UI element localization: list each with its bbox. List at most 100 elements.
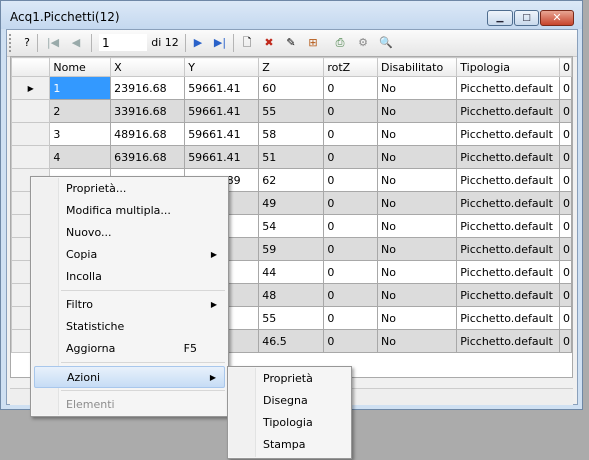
previous-record-icon[interactable]: ◀ (69, 34, 83, 51)
column-header[interactable]: 0 (558, 57, 572, 77)
table-cell[interactable]: 0 (323, 283, 378, 307)
table-cell[interactable]: No (376, 260, 458, 284)
table-cell[interactable]: 59661.41 (184, 145, 260, 169)
table-cell[interactable]: No (376, 283, 458, 307)
table-cell[interactable]: Picchetto.default (456, 237, 560, 261)
table-cell[interactable]: No (376, 191, 458, 215)
table-cell[interactable]: Picchetto.default (456, 283, 560, 307)
table-cell[interactable]: 54 (258, 214, 325, 238)
table-cell[interactable]: 0 (323, 145, 378, 169)
table-cell[interactable]: No (376, 329, 458, 353)
submenu-item-draw[interactable]: Disegna (231, 390, 348, 412)
column-header[interactable]: Nome (49, 57, 112, 77)
corner-header[interactable] (11, 57, 51, 77)
table-cell[interactable]: 59661.41 (184, 122, 260, 146)
column-header[interactable]: rotZ (323, 57, 378, 77)
table-cell[interactable]: Picchetto.default (456, 145, 560, 169)
new-record-icon[interactable]: 🗋 (239, 34, 255, 51)
table-cell[interactable]: 33916.68 (110, 99, 186, 123)
table-cell[interactable]: 23916.68 (110, 76, 186, 100)
table-cell[interactable]: 0 (558, 306, 572, 330)
menu-item-new[interactable]: Nuovo... (34, 222, 225, 244)
row-header[interactable]: ▶ (11, 76, 51, 100)
table-cell[interactable]: 55 (258, 99, 325, 123)
maximize-button[interactable]: □ (514, 10, 539, 26)
column-header[interactable]: Z (258, 57, 325, 77)
row-header[interactable] (11, 145, 51, 169)
table-cell[interactable]: 62 (258, 168, 325, 192)
table-cell[interactable]: 0 (558, 145, 572, 169)
table-cell[interactable]: 1 (49, 76, 112, 100)
table-row[interactable]: ▶ 1 23916.68 59661.41 60 0 No Picchetto.default… (11, 76, 572, 100)
table-cell[interactable]: 48916.68 (110, 122, 186, 146)
table-cell[interactable]: 0 (558, 76, 572, 100)
table-cell[interactable]: 46.5 (258, 329, 325, 353)
table-cell[interactable]: 58 (258, 122, 325, 146)
table-cell[interactable]: Picchetto.default (456, 99, 560, 123)
table-cell[interactable]: Picchetto.default (456, 214, 560, 238)
table-row[interactable]: 3 48916.68 59661.41 58 0 No Picchetto.default 0 (11, 122, 572, 146)
table-cell[interactable]: No (376, 214, 458, 238)
table-cell[interactable]: 3 (49, 122, 112, 146)
table-cell[interactable]: No (376, 122, 458, 146)
table-cell[interactable]: Picchetto.default (456, 306, 560, 330)
table-cell[interactable]: Picchetto.default (456, 168, 560, 192)
print-icon[interactable]: ⎙ (331, 34, 349, 51)
table-cell[interactable]: 59661.41 (184, 76, 260, 100)
toolbar-grip[interactable] (9, 34, 14, 52)
table-cell[interactable]: 63916.68 (110, 145, 186, 169)
next-record-icon[interactable]: ▶ (191, 34, 205, 51)
table-cell[interactable]: Picchetto.default (456, 329, 560, 353)
table-cell[interactable]: 0 (558, 283, 572, 307)
column-header[interactable]: Y (184, 57, 260, 77)
table-cell[interactable]: 0 (323, 329, 378, 353)
minimize-button[interactable]: ▁ (487, 10, 513, 26)
table-cell[interactable]: 0 (558, 329, 572, 353)
table-cell[interactable]: 0 (558, 122, 572, 146)
table-cell[interactable]: 0 (558, 99, 572, 123)
menu-item-paste[interactable]: Incolla (34, 266, 225, 288)
table-cell[interactable]: 2 (49, 99, 112, 123)
menu-item-properties[interactable]: Proprietà... (34, 178, 225, 200)
delete-record-icon[interactable]: ✖ (261, 34, 277, 51)
table-cell[interactable]: 59 (258, 237, 325, 261)
table-cell[interactable]: No (376, 237, 458, 261)
table-cell[interactable]: 0 (323, 168, 378, 192)
table-cell[interactable]: 55 (258, 306, 325, 330)
table-cell[interactable]: 0 (323, 306, 378, 330)
menu-item-filter[interactable]: Filtro ▶ (34, 294, 225, 316)
row-header[interactable] (11, 122, 51, 146)
submenu-item-type[interactable]: Tipologia (231, 412, 348, 434)
table-cell[interactable]: 0 (558, 237, 572, 261)
table-cell[interactable]: 51 (258, 145, 325, 169)
menu-item-copy[interactable]: Copia ▶ (34, 244, 225, 266)
table-row[interactable]: 2 33916.68 59661.41 55 0 No Picchetto.default 0 (11, 99, 572, 123)
table-cell[interactable]: 49 (258, 191, 325, 215)
table-cell[interactable]: No (376, 99, 458, 123)
table-cell[interactable]: No (376, 76, 458, 100)
submenu-item-print[interactable]: Stampa (231, 434, 348, 456)
table-cell[interactable]: 0 (323, 214, 378, 238)
menu-item-refresh[interactable]: Aggiorna F5 (34, 338, 225, 360)
column-header[interactable]: X (110, 57, 186, 77)
table-cell[interactable]: 44 (258, 260, 325, 284)
tree-view-icon[interactable]: ⊞ (305, 34, 321, 51)
table-cell[interactable]: 0 (323, 122, 378, 146)
last-record-icon[interactable]: ▶| (211, 34, 229, 51)
column-header[interactable]: Tipologia (456, 57, 560, 77)
table-cell[interactable]: 0 (323, 260, 378, 284)
table-cell[interactable]: 4 (49, 145, 112, 169)
table-cell[interactable]: 0 (558, 260, 572, 284)
first-record-icon[interactable]: |◀ (45, 34, 61, 51)
table-cell[interactable]: Picchetto.default (456, 76, 560, 100)
table-cell[interactable]: Picchetto.default (456, 122, 560, 146)
position-input[interactable]: 1 (99, 34, 147, 51)
table-cell[interactable]: No (376, 306, 458, 330)
column-header[interactable]: Disabilitato (376, 57, 458, 77)
table-cell[interactable]: 48 (258, 283, 325, 307)
table-cell[interactable]: Picchetto.default (456, 191, 560, 215)
find-icon[interactable]: 🔍 (377, 34, 395, 51)
edit-record-icon[interactable]: ✎ (283, 34, 299, 51)
table-cell[interactable]: No (376, 145, 458, 169)
menu-item-actions[interactable]: Azioni ▶ (34, 366, 225, 388)
